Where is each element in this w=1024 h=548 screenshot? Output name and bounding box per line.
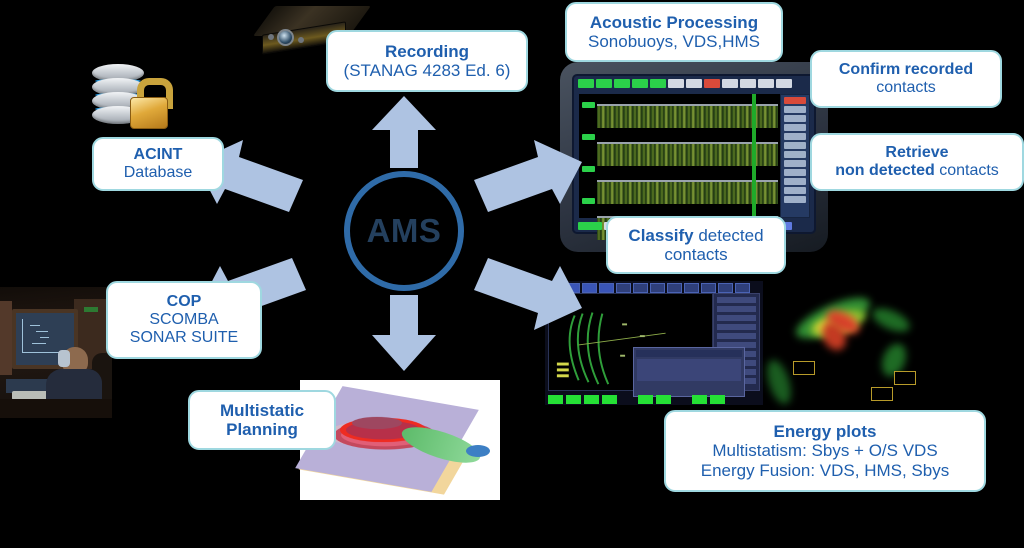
ams-hub: AMS	[344, 171, 464, 291]
arrow-down-right-energy	[470, 248, 582, 330]
callout-energy-line2: Multistatism: Sbys + O/S VDS	[712, 441, 938, 461]
callout-multistatic-line2: Planning	[226, 420, 298, 439]
callout-multistatic-planning: Multistatic Planning	[188, 390, 336, 450]
callout-energy-line1: Energy plots	[773, 422, 877, 442]
callout-recording-line2: (STANAG 4283 Ed. 6)	[343, 61, 511, 80]
callout-acint-line1: ACINT	[133, 146, 183, 164]
arrow-up-recording	[370, 96, 438, 168]
callout-acint-database: ACINT Database	[92, 137, 224, 191]
callout-retrieve-plain: contacts	[934, 162, 999, 179]
callout-energy-line3: Energy Fusion: VDS, HMS, Sbys	[700, 460, 950, 480]
ams-hub-label: AMS	[366, 212, 442, 249]
acint-database-icon	[88, 56, 173, 140]
callout-acoustic-line1: Acoustic Processing	[589, 12, 759, 32]
callout-retrieve-non-detected-contacts: Retrieve non detected contacts	[810, 133, 1024, 191]
callout-classify-line1: Classify detected	[628, 226, 763, 245]
callout-recording: Recording (STANAG 4283 Ed. 6)	[326, 30, 528, 92]
callout-cop-line2: SCOMBA	[149, 311, 219, 329]
callout-multistatic-line1: Multistatic	[219, 400, 305, 420]
callout-cop-line3: SONAR SUITE	[129, 328, 239, 346]
callout-retrieve-line1: Retrieve	[885, 144, 949, 162]
callout-classify-bold: Classify	[628, 225, 694, 245]
energy-fusion-plot-image	[762, 283, 1024, 407]
padlock-icon	[130, 97, 168, 129]
callout-recording-line1: Recording	[384, 41, 470, 61]
callout-confirm-line2: contacts	[876, 79, 936, 96]
callout-confirm-recorded-contacts: Confirm recorded contacts	[810, 50, 1002, 108]
callout-acoustic-processing: Acoustic Processing Sonobuoys, VDS,HMS	[565, 2, 783, 62]
callout-classify-plain: detected	[693, 225, 764, 245]
contact-marker	[894, 371, 916, 385]
arrow-down-multistatic	[370, 295, 438, 371]
callout-cop: COP SCOMBA SONAR SUITE	[106, 281, 262, 359]
operator-console-photo	[0, 287, 112, 418]
callout-cop-line1: COP	[166, 293, 202, 311]
callout-acoustic-line2: Sonobuoys, VDS,HMS	[588, 32, 760, 51]
callout-classify-line2: contacts	[664, 245, 728, 264]
callout-confirm-line1: Confirm recorded	[838, 61, 974, 79]
callout-retrieve-line2: non detected contacts	[835, 162, 999, 180]
diagram-canvas: AMS Recording (STANAG 4283 Ed. 6) Acoust…	[0, 0, 1024, 548]
contact-marker	[871, 387, 893, 401]
callout-energy-plots: Energy plots Multistatism: Sbys + O/S VD…	[664, 410, 986, 492]
callout-classify-detected-contacts: Classify detected contacts	[606, 216, 786, 274]
arrow-up-right-acoustic	[470, 140, 582, 222]
callout-retrieve-bold: non detected	[835, 162, 935, 179]
callout-acint-line2: Database	[123, 164, 193, 181]
contact-marker	[793, 361, 815, 375]
